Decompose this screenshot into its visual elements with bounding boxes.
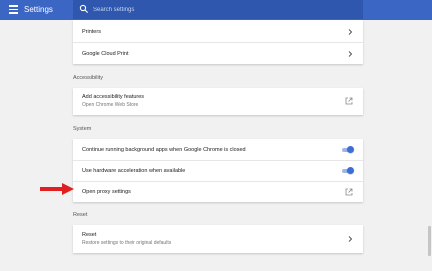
page-title: Settings (24, 5, 53, 14)
search-box[interactable] (73, 0, 363, 19)
reset-label: Reset (82, 232, 97, 238)
reset-row[interactable]: Reset Restore settings to their original… (73, 225, 363, 253)
chevron-right-icon (348, 51, 353, 57)
system-section-title: System (73, 126, 92, 132)
background-apps-toggle[interactable] (341, 146, 354, 154)
system-card: Continue running background apps when Go… (73, 139, 363, 202)
hardware-acceleration-toggle[interactable] (341, 167, 354, 175)
hardware-acceleration-label: Use hardware acceleration when available (82, 168, 186, 174)
accessibility-section-title: Accessibility (73, 75, 103, 81)
external-link-icon[interactable] (345, 188, 353, 196)
cloud-print-row[interactable]: Google Cloud Print (73, 42, 363, 64)
search-input[interactable] (93, 3, 353, 16)
proxy-settings-row[interactable]: Open proxy settings (73, 181, 363, 202)
annotation-arrow-icon (40, 183, 74, 195)
cloud-print-label: Google Cloud Print (82, 51, 129, 57)
scrollbar-thumb[interactable] (428, 226, 431, 256)
add-accessibility-row[interactable]: Add accessibility features Open Chrome W… (73, 88, 363, 115)
hardware-acceleration-row[interactable]: Use hardware acceleration when available (73, 160, 363, 181)
reset-section-title: Reset (73, 212, 88, 218)
chevron-right-icon (348, 236, 353, 242)
reset-card: Reset Restore settings to their original… (73, 225, 363, 253)
search-icon (79, 4, 89, 14)
external-link-icon[interactable] (345, 97, 353, 105)
background-apps-label: Continue running background apps when Go… (82, 147, 246, 153)
top-toolbar: Settings (0, 0, 432, 20)
add-accessibility-label: Add accessibility features (82, 94, 145, 100)
accessibility-card: Add accessibility features Open Chrome W… (73, 88, 363, 115)
printers-label: Printers (82, 29, 101, 35)
proxy-settings-label: Open proxy settings (82, 189, 131, 195)
background-apps-row[interactable]: Continue running background apps when Go… (73, 139, 363, 160)
printing-card: Printers Google Cloud Print (73, 20, 363, 64)
reset-sublabel: Restore settings to their original defau… (82, 240, 172, 246)
add-accessibility-sublabel: Open Chrome Web Store (82, 102, 139, 108)
printers-row[interactable]: Printers (73, 20, 363, 42)
chevron-right-icon (348, 29, 353, 35)
menu-icon[interactable] (9, 5, 19, 14)
